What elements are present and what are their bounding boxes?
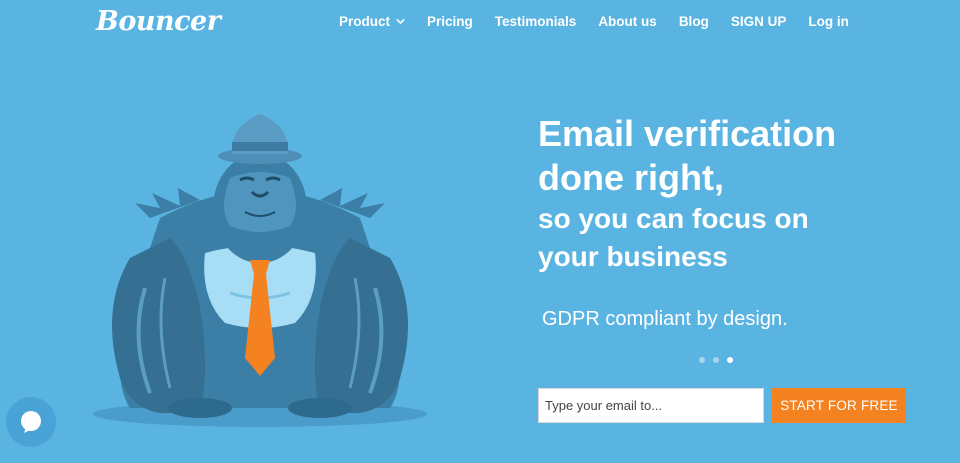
nav-product[interactable]: Product	[339, 14, 405, 29]
chevron-down-icon	[396, 18, 405, 24]
hero-subtitle: so you can focus on your business	[538, 200, 918, 276]
hero-subtitle-line2: your business	[538, 241, 728, 272]
gdpr-note: GDPR compliant by design.	[542, 308, 788, 330]
hero-title-line2: done right,	[538, 157, 724, 198]
start-for-free-button[interactable]: START FOR FREE	[772, 388, 906, 423]
nav-testimonials[interactable]: Testimonials	[495, 14, 577, 29]
slider-dot-3[interactable]	[727, 357, 733, 363]
nav-product-label: Product	[339, 13, 391, 29]
hero-title-line1: Email verification	[538, 113, 837, 154]
main-nav: Product Pricing Testimonials About us Bl…	[339, 11, 849, 31]
hero-subtitle-line1: so you can focus on	[538, 203, 809, 234]
logo[interactable]: Bouncer	[96, 4, 221, 40]
chat-bubble-icon	[21, 411, 41, 433]
nav-blog[interactable]: Blog	[679, 14, 709, 29]
chat-widget-button[interactable]	[6, 397, 56, 447]
slider-dots	[699, 357, 733, 363]
gorilla-illustration	[93, 114, 427, 427]
slider-dot-1[interactable]	[699, 357, 705, 363]
nav-sign-up[interactable]: SIGN UP	[731, 14, 787, 29]
email-input[interactable]	[538, 388, 764, 423]
nav-pricing[interactable]: Pricing	[427, 14, 473, 29]
nav-log-in[interactable]: Log in	[808, 14, 849, 29]
page: Bouncer Product Pricing Testimonials Abo…	[0, 0, 960, 463]
hero-title: Email verification done right,	[538, 112, 918, 200]
slider-dot-2[interactable]	[713, 357, 719, 363]
nav-about-us[interactable]: About us	[598, 14, 657, 29]
